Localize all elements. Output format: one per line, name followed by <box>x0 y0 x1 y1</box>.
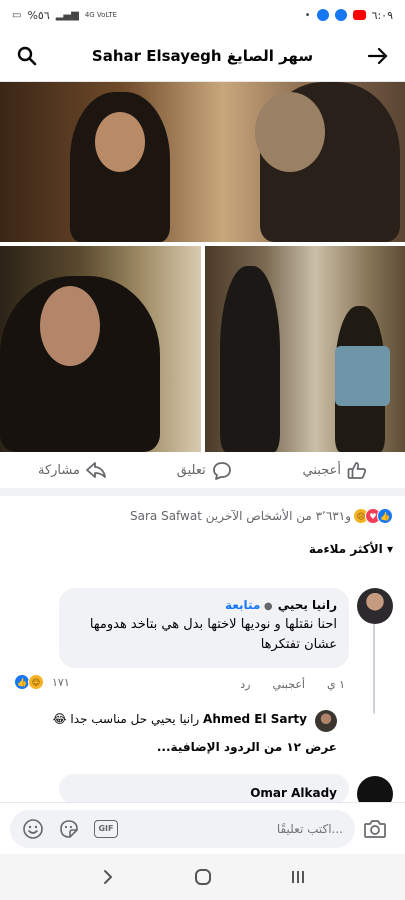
comment-time: ١ ي <box>326 678 345 691</box>
comment-composer: GIF <box>0 802 405 854</box>
comment-reaction-count: ١٧١ <box>52 675 70 689</box>
photo-face <box>40 286 100 366</box>
photo-figure <box>220 266 280 452</box>
post-header: Sahar Elsayegh سهر الصايغ <box>0 30 405 82</box>
comment-input[interactable] <box>132 821 343 836</box>
post-photo[interactable] <box>0 82 405 242</box>
messenger-icon <box>316 9 329 21</box>
camera-icon <box>364 819 386 838</box>
back-button[interactable] <box>363 41 393 71</box>
comment-like-button[interactable]: أعجبني <box>272 678 305 691</box>
replier-name[interactable]: Ahmed El Sarty <box>203 712 307 726</box>
comment-field: GIF <box>10 809 355 848</box>
recents-icon <box>291 871 304 883</box>
follow-link[interactable]: متابعة <box>225 598 260 612</box>
comment-bubble: Omar Alkady <box>59 774 349 804</box>
gif-button[interactable]: GIF <box>94 819 118 838</box>
avatar[interactable] <box>357 588 393 624</box>
more-replies-link[interactable]: عرض ١٢ من الردود الإضافية... <box>157 740 337 754</box>
status-left: ▭ %٥٦ ▂▄▆ 4G VoLTE <box>12 9 117 22</box>
share-icon <box>86 462 106 478</box>
post-photos <box>0 82 405 452</box>
nav-back-button[interactable] <box>88 862 128 892</box>
battery-level: %٥٦ <box>27 8 50 22</box>
status-time: ٦:٠٩ <box>371 8 393 22</box>
facebook-icon <box>334 9 347 21</box>
reaction-icons: ☹ ♥ 👍 <box>353 508 393 524</box>
like-reaction-icon: 👍 <box>377 508 393 524</box>
post-actions: مشاركة تعليق أعجبني <box>0 452 405 488</box>
comment-button[interactable]: تعليق <box>177 461 232 480</box>
reactions-summary[interactable]: Sara Safwat و٣٬٦٣١ من الأشخاص الآخرين ☹ … <box>0 500 405 532</box>
comment-icon <box>212 461 231 480</box>
nav-home-button[interactable] <box>183 862 223 892</box>
sticker-icon <box>60 819 78 838</box>
sort-dropdown[interactable]: الأكثر ملاءمة ▾ <box>309 542 393 556</box>
haha-reaction-icon: ☺ <box>28 674 44 690</box>
photo-clothes <box>335 346 390 406</box>
share-label: مشاركة <box>38 462 80 478</box>
comment-reply-button[interactable]: رد <box>240 678 250 691</box>
comment-text: احنا نقتلها و نوديها لاختها بدل هي بتاخد… <box>89 617 337 652</box>
commenter-name[interactable]: Omar Alkady <box>250 786 337 800</box>
arrow-right-icon <box>367 47 388 64</box>
network-type: 4G VoLTE <box>84 11 118 19</box>
dot-icon: • <box>304 9 311 21</box>
share-button[interactable]: مشاركة <box>38 461 106 479</box>
photo-face <box>95 112 145 172</box>
section-divider <box>0 488 405 496</box>
post-photo[interactable] <box>205 246 405 452</box>
comment-header: رانيا يحيي ● متابعة <box>71 594 337 613</box>
commenter-name[interactable]: رانيا يحيي <box>278 598 337 612</box>
comment-meta: ١ ي أعجبني رد <box>240 678 345 691</box>
status-right: • ٦:٠٩ <box>305 9 393 22</box>
status-bar: ▭ %٥٦ ▂▄▆ 4G VoLTE • ٦:٠٩ <box>0 0 405 30</box>
nav-recents-button[interactable] <box>278 862 318 892</box>
emoji-icon <box>23 818 43 839</box>
avatar[interactable] <box>315 710 337 732</box>
verified-icon: ● <box>260 601 273 612</box>
chevron-right-icon <box>103 870 112 884</box>
sticker-button[interactable] <box>58 818 80 840</box>
photo-face <box>255 92 325 172</box>
reactions-text: Sara Safwat و٣٬٦٣١ من الأشخاص الآخرين <box>130 509 351 523</box>
thumbs-up-icon <box>347 461 367 479</box>
search-button[interactable] <box>12 41 42 71</box>
battery-icon: ▭ <box>12 9 22 21</box>
page-title: Sahar Elsayegh سهر الصايغ <box>91 46 314 65</box>
system-nav-bar <box>0 854 405 900</box>
signal-icon: ▂▄▆ <box>55 9 79 21</box>
emoji-button[interactable] <box>22 818 44 840</box>
reply-text: رانيا يحيي حل مناسب جدا 😂 <box>52 712 200 726</box>
search-icon <box>17 46 37 65</box>
like-button[interactable]: أعجبني <box>303 461 367 480</box>
camera-button[interactable] <box>355 810 395 848</box>
comment-label: تعليق <box>176 462 206 478</box>
home-icon <box>194 869 211 885</box>
post-photo[interactable] <box>0 246 201 452</box>
like-label: أعجبني <box>302 462 341 478</box>
thread-line <box>373 624 375 714</box>
reply-comment: Ahmed El Sarty رانيا يحيي حل مناسب جدا 😂 <box>53 712 307 726</box>
comment-bubble: رانيا يحيي ● متابعة احنا نقتلها و نوديها… <box>59 588 349 668</box>
youtube-icon <box>352 10 366 20</box>
comment-reactions[interactable]: 👍 ☺ ١٧١ <box>14 674 70 690</box>
